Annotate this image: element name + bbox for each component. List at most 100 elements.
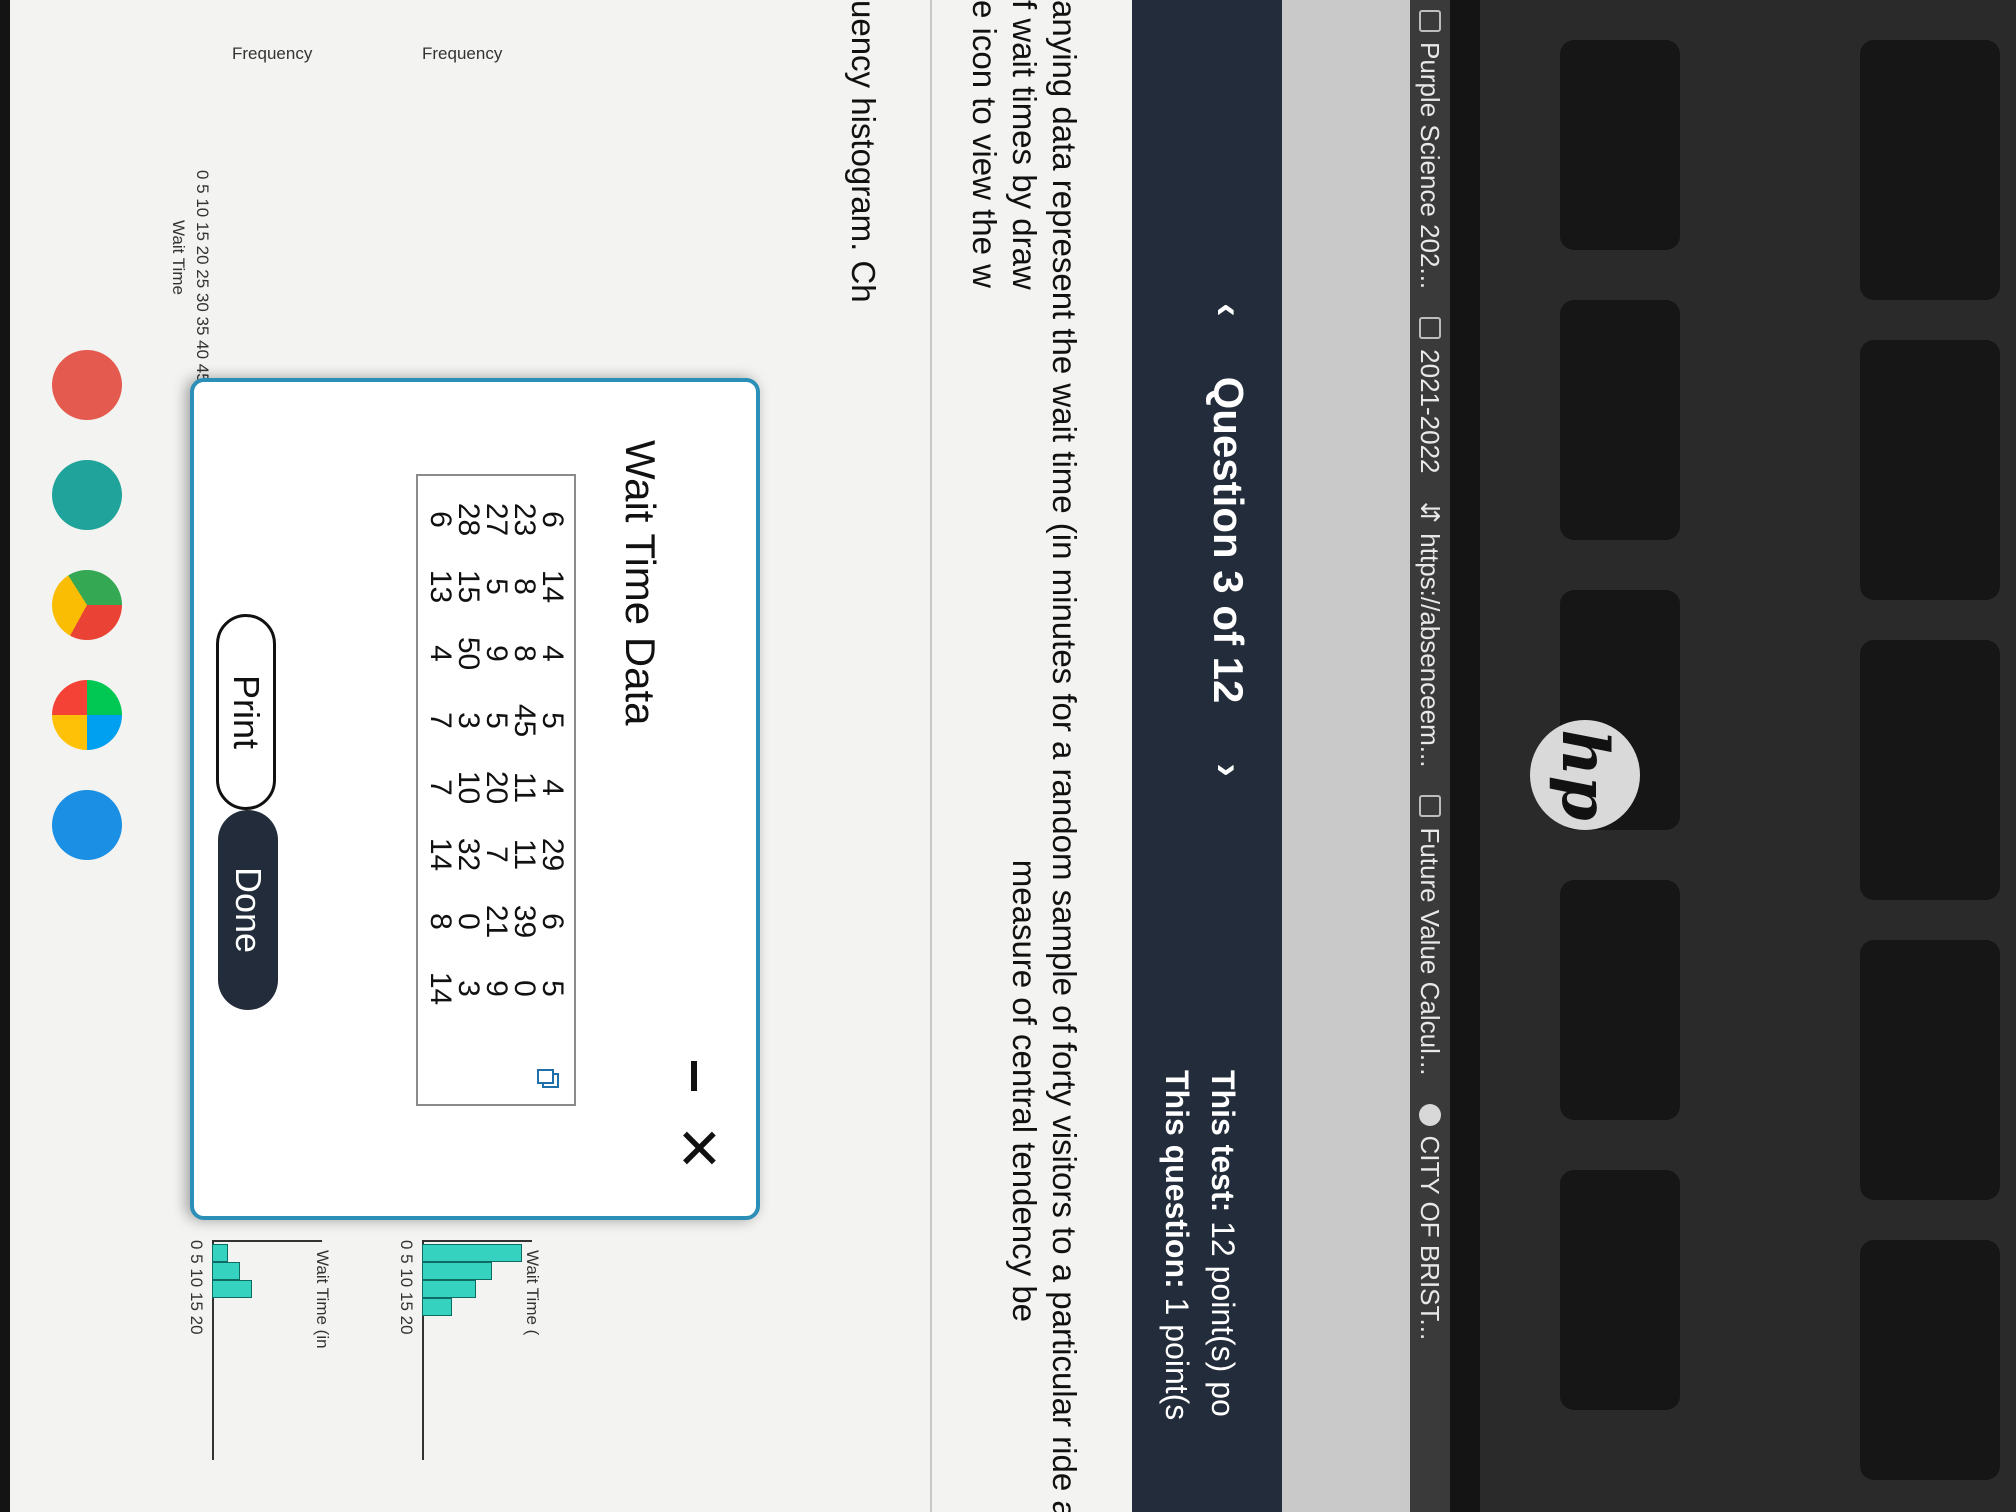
table-cell: 10 (452, 770, 485, 805)
section-divider (930, 0, 932, 1512)
answer-histogram-c[interactable]: Wait Time ( 0 5 10 15 20 (392, 1240, 542, 1470)
calculator-icon (1419, 795, 1441, 818)
histogram-bar (422, 1244, 522, 1262)
table-cell: 4 (536, 645, 569, 662)
keyboard-key (1860, 640, 2000, 900)
table-cell: 5 (536, 712, 569, 729)
keyboard-key (1560, 40, 1680, 250)
keyboard-key (1560, 880, 1680, 1120)
next-question-button[interactable]: › (1206, 763, 1251, 776)
table-cell: 4 (424, 645, 457, 662)
bookmark-2021-2022[interactable]: 2021-2022 (1415, 317, 1446, 474)
classroom-app-icon[interactable] (52, 460, 122, 530)
test-points-label: This test: (1205, 1070, 1241, 1213)
table-cell: 50 (452, 636, 485, 671)
bookmark-purple-science[interactable]: Purple Science 202... (1415, 10, 1446, 289)
table-cell: 11 (508, 771, 541, 804)
table-cell: 8 (508, 645, 541, 662)
hp-logo: hp (1530, 720, 1640, 830)
histogram-y-axis (422, 1240, 532, 1242)
table-cell: 7 (424, 779, 457, 796)
table-cell: 5 (480, 712, 513, 729)
histogram-bar (212, 1262, 240, 1280)
histogram-x-ticks: 0 5 10 15 20 (187, 1240, 206, 1335)
table-cell: 3 (452, 980, 485, 997)
table-cell: 0 (452, 913, 485, 930)
table-cell: 15 (452, 569, 485, 604)
bookmark-label: https://absenceem... (1415, 533, 1446, 768)
table-cell: 7 (424, 712, 457, 729)
files-app-icon[interactable] (52, 790, 122, 860)
table-cell: 29 (536, 837, 569, 872)
question-points-value: 1 point(s (1159, 1297, 1195, 1421)
table-cell: 39 (508, 904, 541, 939)
data-grid: 6 14 4 5 4 29 6 5 23 8 8 45 11 11 39 0 2… (424, 486, 569, 1022)
table-cell: 13 (424, 569, 457, 604)
keyboard-key (1860, 940, 2000, 1200)
bookmark-icon (1419, 10, 1441, 32)
minimize-button[interactable] (672, 1058, 716, 1094)
histogram-bar (212, 1244, 228, 1262)
close-button[interactable]: ✕ (666, 1125, 731, 1172)
score-summary: This test: 12 point(s) po This question:… (1154, 1070, 1246, 1420)
wait-time-data-table: 6 14 4 5 4 29 6 5 23 8 8 45 11 11 39 0 2… (416, 474, 576, 1106)
table-cell: 32 (452, 837, 485, 872)
bookmark-icon (1419, 317, 1441, 340)
copy-icon[interactable] (536, 1068, 560, 1090)
table-row: 23 8 8 45 11 11 39 0 (508, 486, 541, 1022)
question-line-2-start: f wait times by draw (1006, 0, 1043, 290)
table-cell: 9 (480, 645, 513, 662)
keyboard-key (1860, 1240, 2000, 1480)
chrome-icon[interactable] (52, 570, 122, 640)
page-backdrop (1282, 0, 1410, 1512)
bookmarks-bar: Purple Science 202... 2021-2022 ⇵ https:… (1410, 0, 1450, 1512)
question-counter: Question 3 of 12 (1205, 376, 1252, 704)
table-cell: 14 (424, 837, 457, 872)
table-cell: 23 (508, 502, 541, 537)
done-button[interactable]: Done (218, 810, 278, 1010)
histogram-x-label: Wait Time (169, 220, 188, 295)
histogram-title: Wait Time (in (313, 1250, 332, 1349)
histogram-x-ticks: 0 5 10 15 20 (397, 1240, 416, 1335)
test-header: ‹ Question 3 of 12 › This test: 12 point… (1132, 0, 1282, 1512)
bookmark-label: Future Value Calcul... (1415, 827, 1446, 1076)
question-line-3: e icon to view the w (966, 0, 1003, 288)
histogram-bar (422, 1298, 452, 1316)
test-points-value: 12 point(s) po (1205, 1221, 1241, 1417)
table-row: 28 15 50 3 10 32 0 3 (452, 486, 485, 1022)
question-points-label: This question: (1159, 1070, 1195, 1289)
wait-time-data-dialog: Wait Time Data ✕ 6 14 4 5 4 29 6 5 23 8 … (190, 378, 760, 1220)
table-cell: 6 (536, 913, 569, 930)
table-cell: 9 (480, 980, 513, 997)
play-store-icon[interactable] (52, 680, 122, 750)
histogram-y-axis (212, 1240, 322, 1242)
question-line-1: anying data represent the wait time (in … (1046, 0, 1083, 1512)
table-cell: 11 (508, 838, 541, 871)
table-cell: 14 (424, 971, 457, 1006)
table-cell: 0 (508, 980, 541, 997)
canvas-app-icon[interactable] (52, 350, 122, 420)
keyboard-key (1560, 300, 1680, 540)
bookmark-future-value[interactable]: Future Value Calcul... (1415, 795, 1446, 1076)
table-cell: 7 (480, 846, 513, 863)
table-cell: 20 (480, 770, 513, 805)
table-cell: 27 (480, 502, 513, 537)
frequency-axis-label: Frequency (422, 44, 503, 63)
table-cell: 28 (452, 502, 485, 537)
keyboard-key (1560, 1170, 1680, 1410)
question-points: This question: 1 point(s (1154, 1070, 1200, 1420)
chromeos-shelf (10, 0, 160, 1512)
print-button[interactable]: Print (216, 614, 276, 810)
histogram-bar (212, 1280, 252, 1298)
table-cell: 4 (536, 779, 569, 796)
question-line-2-end: measure of central tendency be (1006, 859, 1043, 1323)
histogram-bar (422, 1280, 476, 1298)
previous-question-button[interactable]: ‹ (1206, 303, 1251, 316)
answer-histogram-d[interactable]: Wait Time (in 0 5 10 15 20 (182, 1240, 332, 1470)
minimize-icon (691, 1061, 697, 1091)
bookmark-absence[interactable]: ⇵ https://absenceem... (1415, 502, 1446, 768)
table-cell: 21 (480, 904, 513, 939)
table-cell: 8 (424, 913, 457, 930)
test-points: This test: 12 point(s) po (1200, 1070, 1246, 1420)
bookmark-city-of-bristol[interactable]: CITY OF BRIST... (1415, 1103, 1446, 1340)
